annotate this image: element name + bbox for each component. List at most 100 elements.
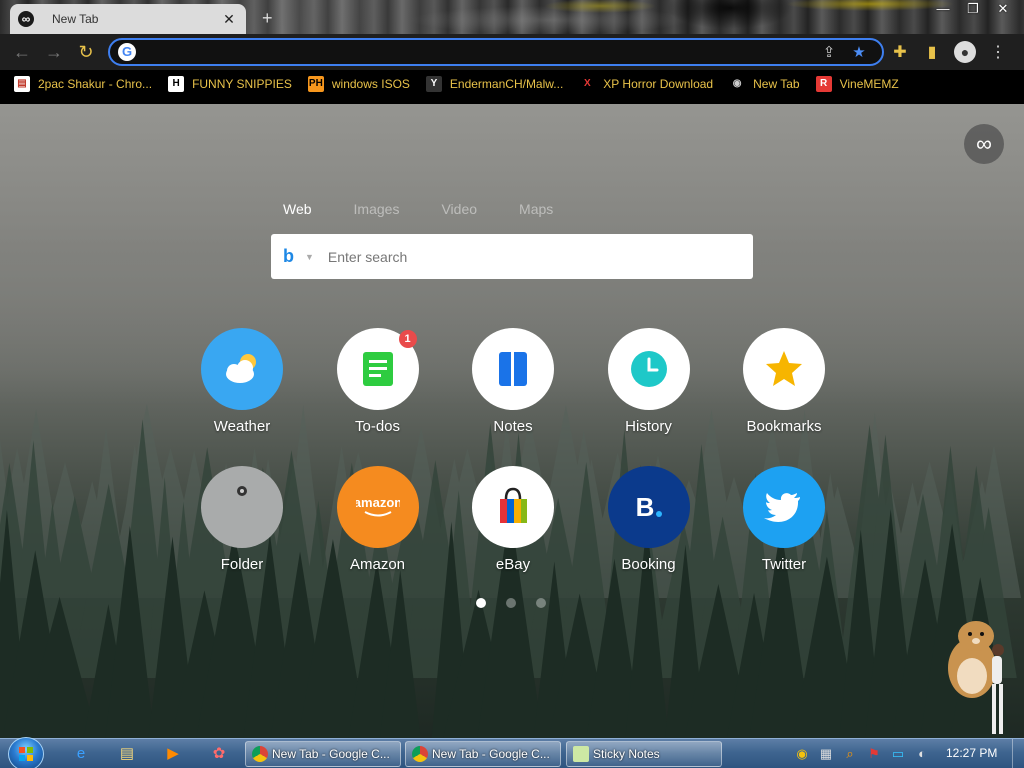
bookmark-label: FUNNY SNIPPIES [192, 77, 292, 91]
tile-label: To-dos [354, 418, 401, 435]
tab-maps[interactable]: Maps [519, 201, 553, 217]
taskbar-clock[interactable]: 12:27 PM [946, 746, 997, 760]
bookmark-favicon-icon: R [815, 76, 832, 92]
chrome-tray-icon[interactable]: ◉ [790, 743, 814, 765]
search-type-tabs: Web Images Video Maps [283, 201, 595, 217]
bookmark-item[interactable]: R VineMEMZ [815, 76, 899, 92]
minimize-button[interactable]: — [928, 0, 958, 18]
explorer-icon[interactable]: ▤ [112, 743, 142, 765]
windows-taskbar: e ▤ ▶ ✿ New Tab - Google C... New Tab - Goog… [0, 737, 1024, 768]
taskbar-task-label: New Tab - Google C... [272, 747, 390, 761]
search-input[interactable] [327, 248, 753, 265]
volume-tray-icon[interactable]: ◐ [910, 743, 934, 765]
page-indicator [476, 598, 566, 608]
tile-history[interactable]: History [581, 328, 717, 435]
hamster-sticker [948, 621, 1004, 734]
bookmark-item[interactable]: H FUNNY SNIPPIES [168, 76, 292, 92]
start-button[interactable] [8, 737, 44, 768]
reload-button[interactable]: ↻ [70, 36, 102, 68]
history-icon [630, 351, 667, 387]
tile-icon-circle: B [607, 466, 690, 548]
bookmarks-icon [766, 351, 802, 386]
ie-icon[interactable]: e [66, 743, 96, 765]
tab-web[interactable]: Web [283, 201, 312, 217]
tile-icon-circle [607, 328, 690, 410]
tab-images[interactable]: Images [354, 201, 400, 217]
booking-icon: B [635, 492, 662, 522]
bookmark-favicon-icon: ◉ [729, 76, 746, 92]
ebay-icon [500, 487, 527, 523]
tile-amazon[interactable]: amazon Amazon [310, 466, 446, 573]
svg-text:amazon: amazon [356, 495, 400, 510]
bookmark-label: 2pac Shakur - Chro... [38, 77, 153, 91]
tile-label: Booking [621, 556, 676, 573]
tile-booking[interactable]: B Booking [581, 466, 717, 573]
engine-dropdown-icon[interactable]: ▼ [305, 252, 314, 262]
browser-menu-icon[interactable]: ⋮ [982, 42, 1014, 62]
monitor-tray-icon[interactable]: ▭ [886, 743, 910, 765]
close-tab-icon[interactable]: ✕ [220, 11, 238, 28]
page-dot[interactable] [476, 598, 486, 608]
infinity-menu-button[interactable]: ∞ [964, 124, 1004, 164]
network-tray-icon[interactable]: ▦ [814, 743, 838, 765]
search-tray-icon[interactable]: ⌕ [838, 743, 862, 765]
show-desktop-button[interactable] [1012, 739, 1024, 768]
paint-icon[interactable]: ✿ [204, 743, 234, 765]
tile-label: Twitter [761, 556, 807, 573]
tile-to-dos[interactable]: 1 To-dos [310, 328, 446, 435]
address-input[interactable] [144, 44, 814, 60]
back-button[interactable]: ← [6, 36, 38, 68]
extensions-icon[interactable]: ✚ [884, 42, 916, 62]
profile-avatar-icon[interactable]: ● [954, 41, 976, 63]
tile-label: eBay [495, 556, 531, 573]
tile-folder[interactable]: Folder [174, 466, 310, 573]
bookmark-favicon-icon: X [579, 76, 596, 92]
taskbar-task[interactable]: New Tab - Google C... [405, 741, 561, 767]
bookmark-item[interactable]: ▤ 2pac Shakur - Chro... [14, 76, 152, 92]
bookmark-label: New Tab [753, 77, 800, 91]
bookmark-star-icon[interactable]: ★ [844, 43, 874, 61]
infinity-icon: ∞ [18, 11, 34, 27]
amazon-icon: amazon [356, 495, 400, 517]
media-player-icon[interactable]: ▶ [158, 743, 188, 765]
close-window-button[interactable]: ✕ [988, 0, 1018, 18]
page-dot[interactable] [506, 598, 516, 608]
tile-notes[interactable]: Notes [445, 328, 581, 435]
tile-label: Amazon [349, 556, 406, 573]
maximize-button[interactable]: ❐ [958, 0, 988, 18]
tab-new-tab[interactable]: ∞ New Tab ✕ [10, 4, 246, 34]
tab-video[interactable]: Video [441, 201, 477, 217]
taskbar-task[interactable]: Sticky Notes [566, 741, 722, 767]
tile-ebay[interactable]: eBay [445, 466, 581, 573]
address-bar[interactable]: G ⇪ ★ [108, 38, 884, 66]
tile-icon-circle [201, 466, 283, 548]
bookmark-item[interactable]: PH windows ISOS [307, 76, 410, 92]
folder-icon [237, 486, 247, 496]
bookmark-item[interactable]: Y EndermanCH/Malw... [425, 76, 563, 92]
system-tray: ◉ ▦ ⌕ ⚑ ▭ ◐ [790, 743, 934, 765]
tile-icon-circle [472, 328, 554, 410]
toolbar-extensions: ✚ ▮ ● ⋮ [884, 34, 1014, 70]
bookmark-item[interactable]: X XP Horror Download [579, 76, 713, 92]
new-tab-button[interactable]: + [262, 8, 273, 29]
tile-icon-circle [472, 466, 554, 548]
tile-weather[interactable]: Weather [174, 328, 310, 435]
bookmark-label: windows ISOS [331, 77, 410, 91]
tile-bookmarks[interactable]: Bookmarks [716, 328, 852, 435]
taskbar-task[interactable]: New Tab - Google C... [245, 741, 401, 767]
new-tab-page: ∞ Web Images Video Maps b ▼ Weather 1 To-dos N… [0, 104, 1024, 738]
bing-icon[interactable]: b [283, 246, 297, 267]
svg-text:B: B [635, 492, 654, 522]
bookmark-item[interactable]: ◉ New Tab [729, 76, 800, 92]
tile-label: Bookmarks [746, 418, 822, 435]
share-icon[interactable]: ⇪ [814, 43, 844, 61]
flag-tray-icon[interactable]: ⚑ [862, 743, 886, 765]
page-dot[interactable] [536, 598, 546, 608]
notification-badge: 1 [398, 330, 417, 348]
tile-label: Folder [220, 556, 264, 573]
todos-icon [362, 352, 393, 386]
tile-twitter[interactable]: Twitter [716, 466, 852, 573]
side-panel-icon[interactable]: ▮ [916, 42, 948, 62]
bookmarks-bar: ▤ 2pac Shakur - Chro... H FUNNY SNIPPIES PH w… [0, 70, 1024, 98]
forward-button[interactable]: → [38, 36, 70, 68]
